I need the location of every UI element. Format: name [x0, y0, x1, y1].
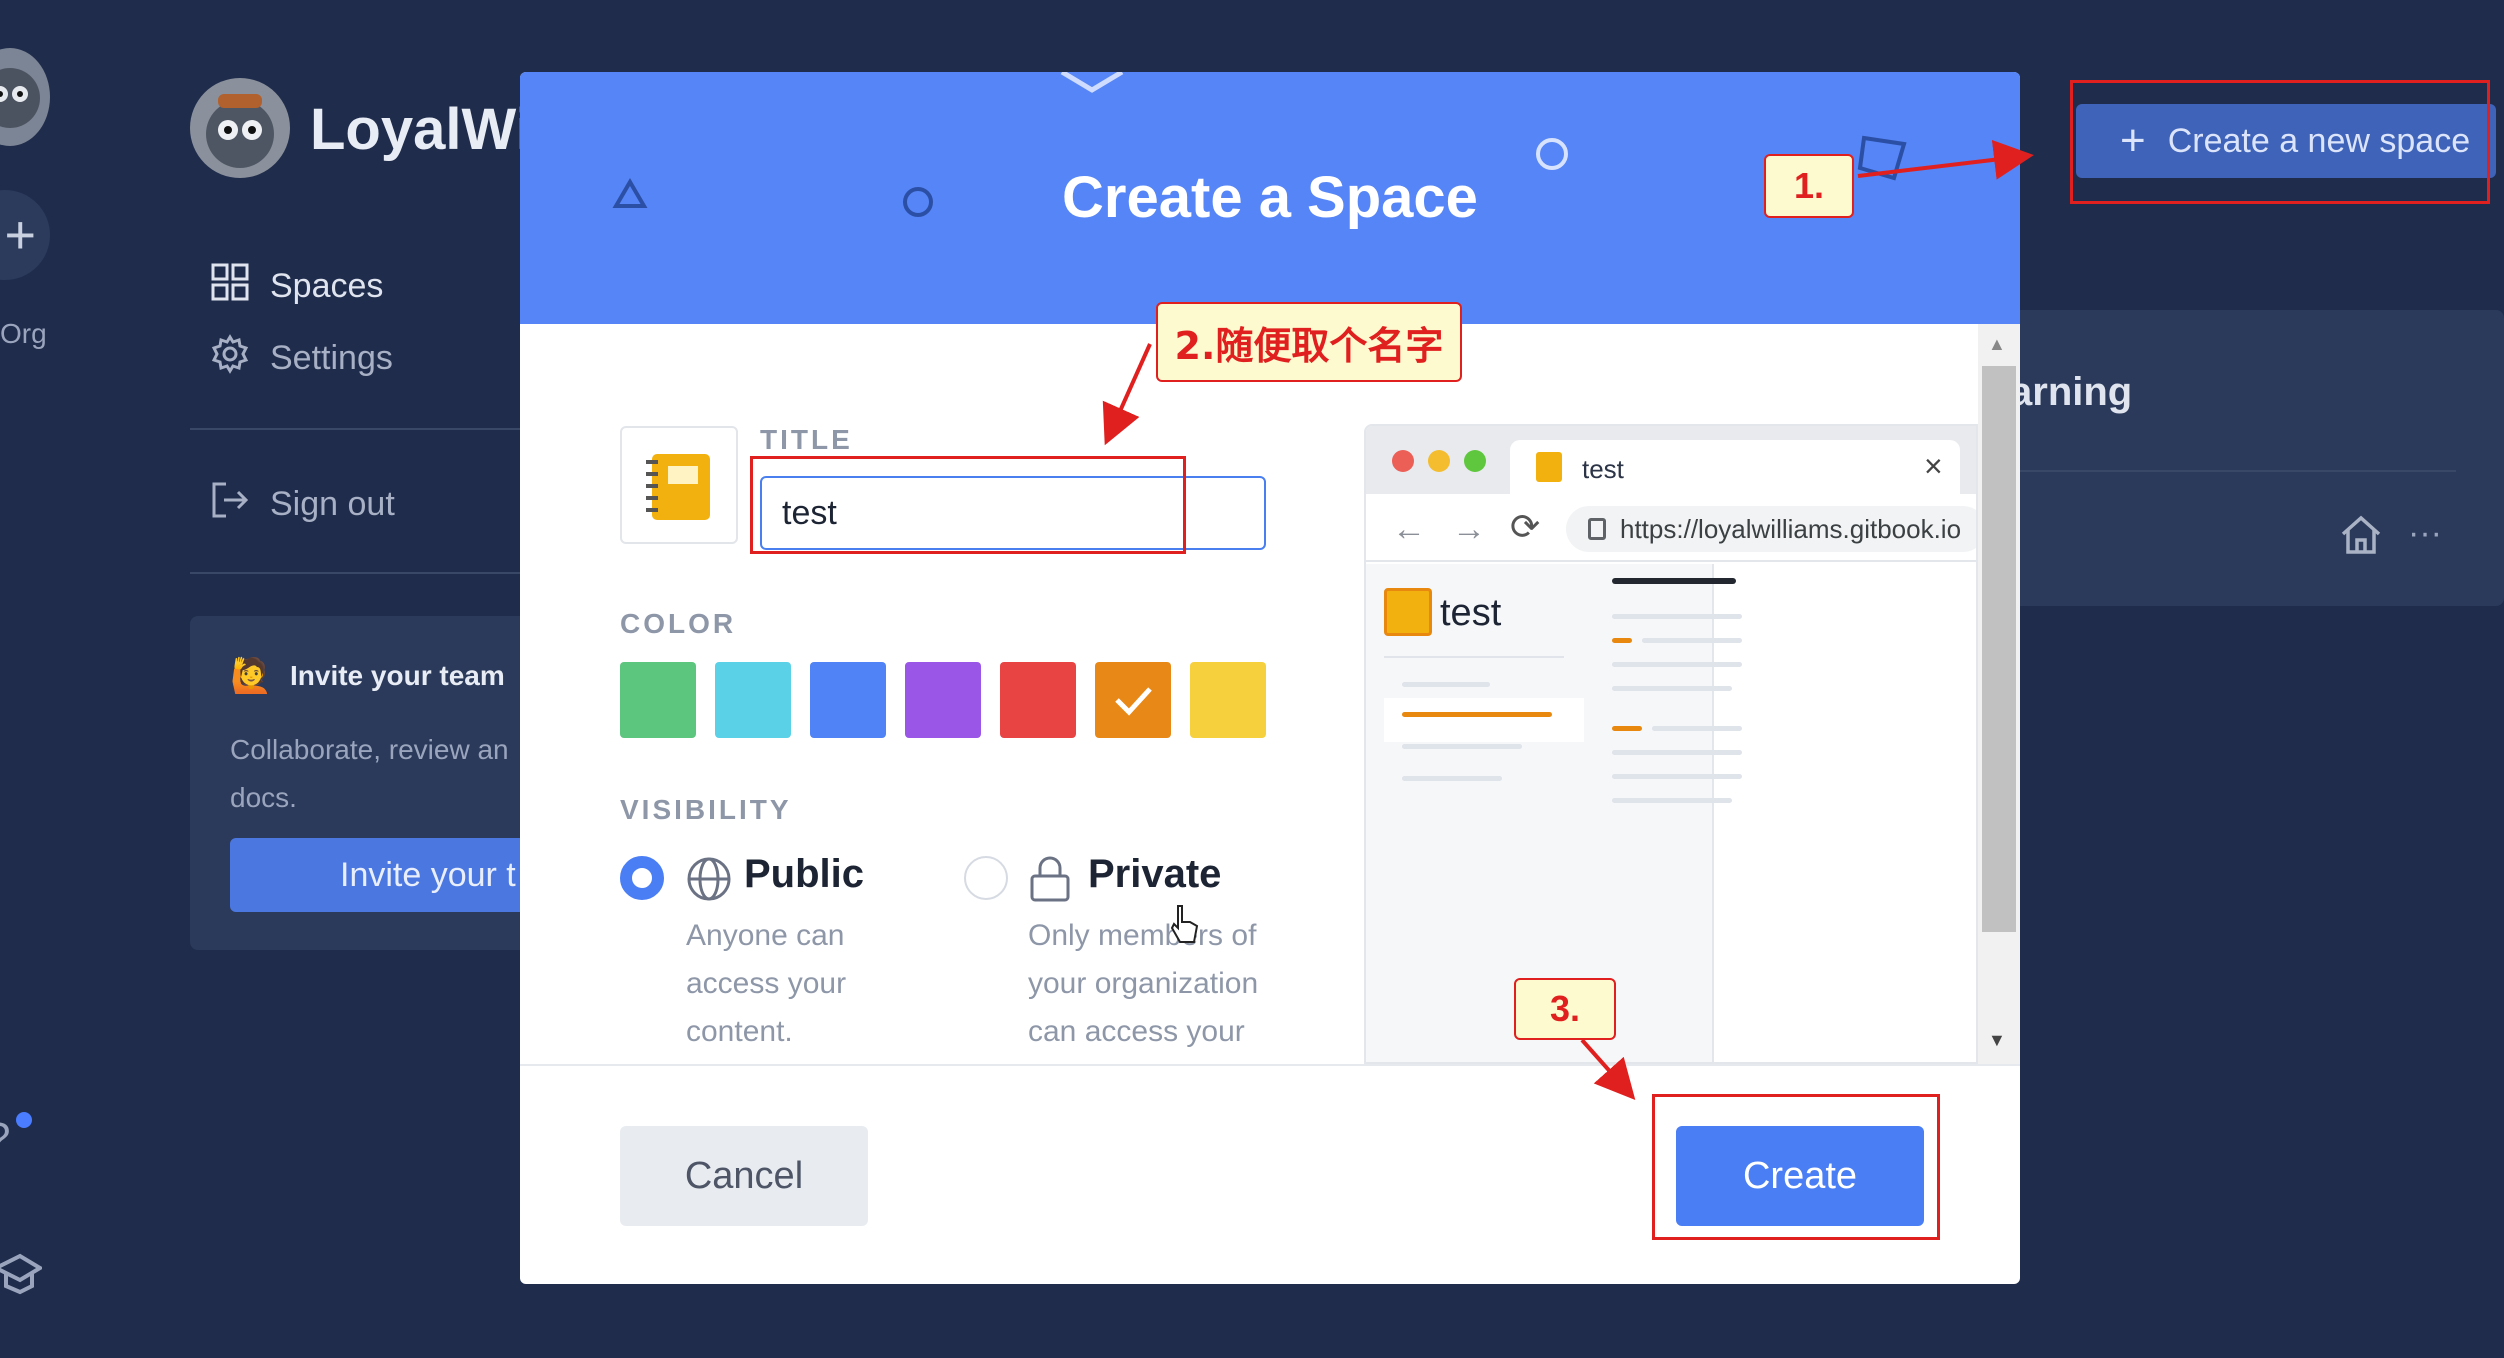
annotation-arrows: [1102, 139, 2034, 1100]
